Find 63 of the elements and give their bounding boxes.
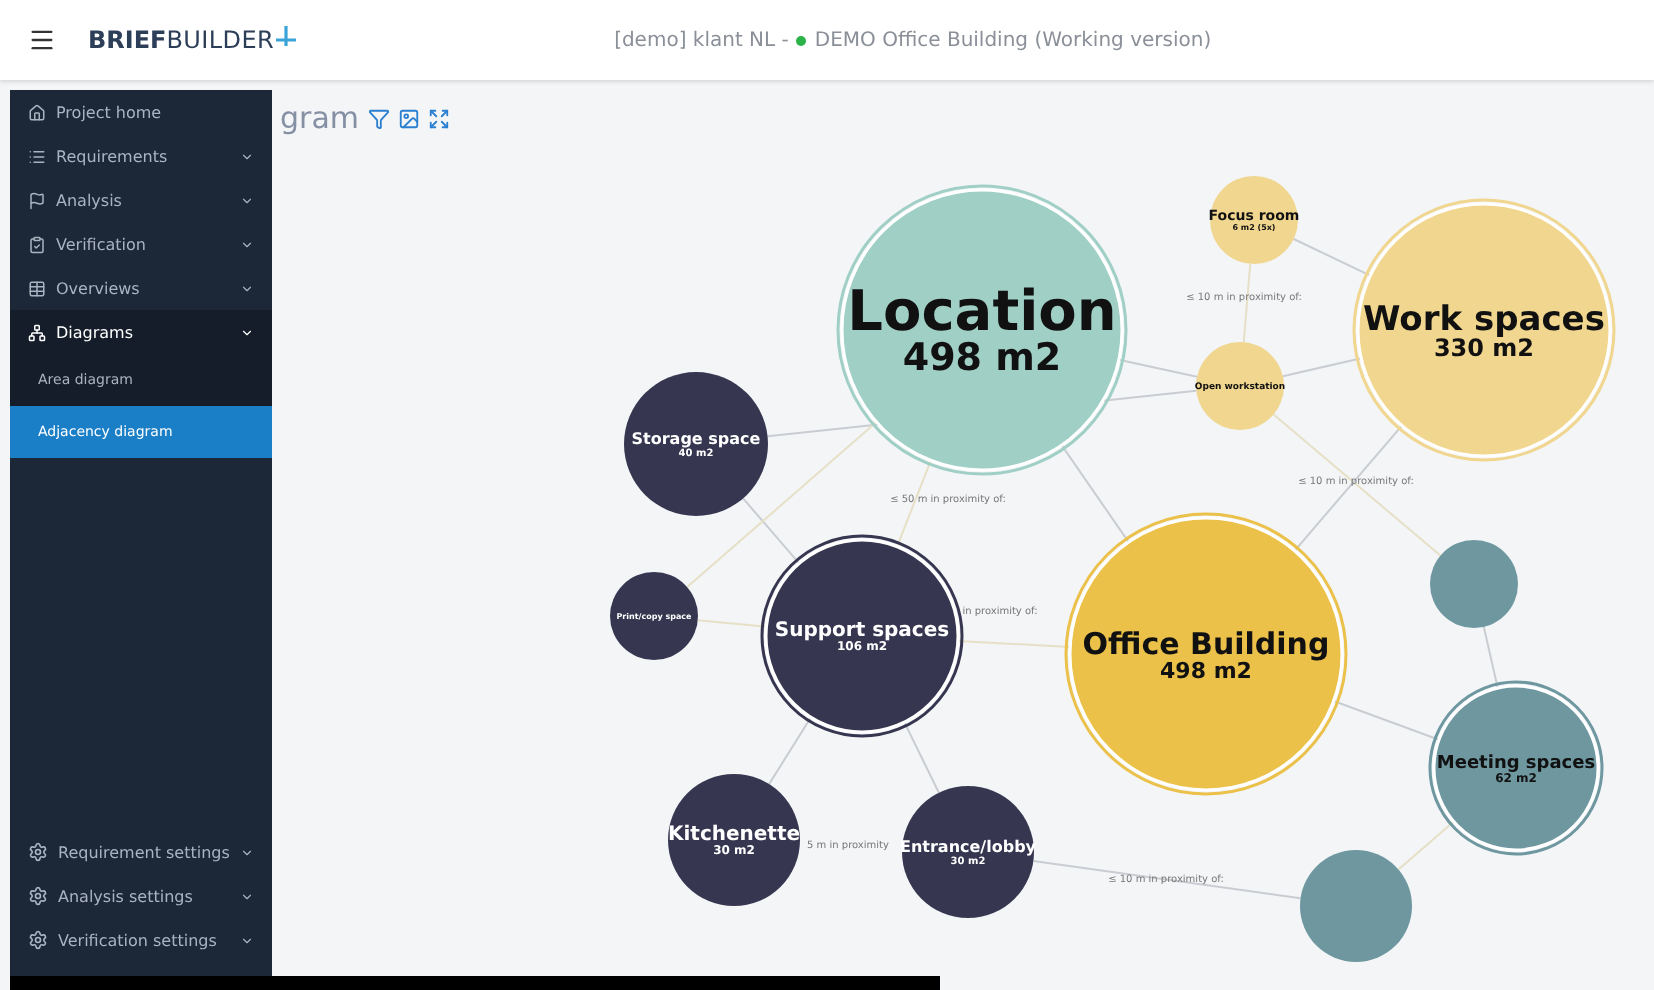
- sidebar-item[interactable]: Requirements: [10, 134, 272, 178]
- node-label: Kitchenette: [667, 824, 801, 846]
- menu-icon[interactable]: [28, 26, 56, 54]
- node-circle[interactable]: [1068, 516, 1344, 792]
- sidebar-item[interactable]: Verification: [10, 222, 272, 266]
- node-label: Support spaces: [774, 620, 950, 642]
- node-label: Work spaces: [1363, 300, 1605, 340]
- node-circle[interactable]: [1430, 540, 1518, 628]
- clipboard-icon: [28, 235, 46, 253]
- sidebar-item[interactable]: Project home: [10, 90, 272, 134]
- page-title: gram: [280, 100, 359, 136]
- node-area: 498 m2: [1160, 658, 1252, 684]
- flag-icon: [28, 191, 46, 209]
- settings-icon: [28, 886, 48, 906]
- chevron-icon: [240, 933, 254, 947]
- home-icon: [28, 103, 46, 121]
- client-name: [demo] klant NL -: [614, 29, 789, 51]
- node-circle[interactable]: [1356, 202, 1612, 458]
- node-circle[interactable]: [668, 774, 800, 906]
- node-circle[interactable]: [1300, 850, 1412, 962]
- status-dot: [796, 35, 807, 45]
- edge-line: [956, 640, 1072, 648]
- node-circle[interactable]: [1210, 176, 1298, 264]
- sidebar-item[interactable]: Verification settings: [10, 918, 272, 962]
- edge-line: [903, 721, 940, 794]
- diagram-icon: [28, 323, 46, 341]
- table-icon: [28, 279, 46, 297]
- settings-icon: [28, 842, 48, 862]
- edge-line: [1292, 238, 1372, 277]
- node-circle[interactable]: [1196, 342, 1284, 430]
- node-circle[interactable]: [840, 188, 1124, 472]
- node-circle[interactable]: [764, 538, 960, 734]
- edge-line: [1117, 358, 1198, 378]
- sidebar-item[interactable]: Analysis settings: [10, 874, 272, 918]
- expand-icon[interactable]: [427, 107, 449, 129]
- edge-line: [896, 459, 932, 548]
- sidebar-item[interactable]: Requirement settings: [10, 830, 272, 874]
- node-label: Storage space: [631, 430, 761, 448]
- edge-line: [696, 619, 768, 628]
- chevron-icon: [240, 845, 254, 859]
- chevron-icon: [240, 889, 254, 903]
- project-name: DEMO Office Building (Working version): [814, 29, 1212, 51]
- list-icon: [28, 147, 46, 165]
- edge-line: [1482, 625, 1499, 690]
- settings-icon: [28, 930, 48, 950]
- sidebar-item[interactable]: Analysis: [10, 178, 272, 222]
- node-circle[interactable]: [624, 372, 768, 516]
- node-circle[interactable]: [610, 572, 698, 660]
- node-circle[interactable]: [1432, 684, 1600, 852]
- node-label: Office Building: [1082, 626, 1330, 662]
- sidebar-item[interactable]: Diagrams: [10, 310, 272, 354]
- sidebar-item[interactable]: Overviews: [10, 266, 272, 310]
- edge-line: [1397, 820, 1455, 871]
- image-icon[interactable]: [397, 107, 419, 129]
- filter-icon[interactable]: [367, 107, 389, 129]
- edge-line: [1332, 699, 1441, 741]
- edge-line: [1060, 444, 1130, 544]
- node-label: Meeting spaces: [1436, 754, 1596, 774]
- edge-line: [768, 716, 812, 786]
- logo: BRIEFBUILDER: [88, 26, 299, 54]
- node-area: 330 m2: [1433, 334, 1535, 362]
- edge-line: [1281, 357, 1363, 378]
- node-circle[interactable]: [902, 786, 1034, 918]
